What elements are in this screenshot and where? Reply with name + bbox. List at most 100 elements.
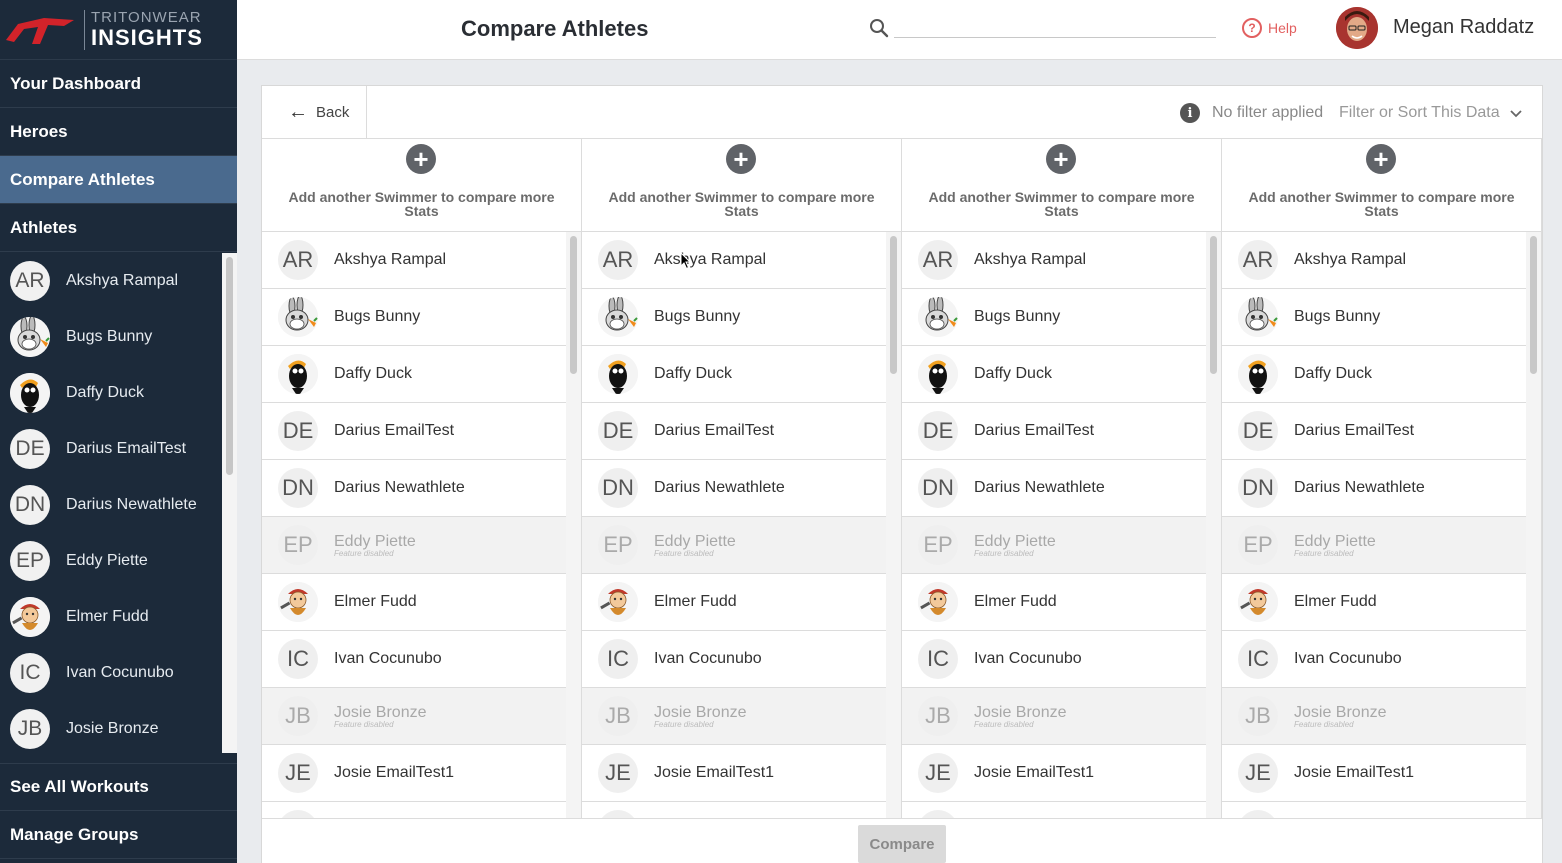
nav-athletes[interactable]: Athletes: [0, 204, 237, 252]
athlete-option[interactable]: Daffy Duck: [902, 346, 1206, 403]
athlete-option[interactable]: Bugs Bunny: [1222, 289, 1526, 346]
athlete-initials-avatar: [598, 810, 638, 818]
add-swimmer-icon[interactable]: +: [726, 144, 756, 174]
athlete-option[interactable]: Elmer Fudd: [1222, 574, 1526, 631]
athlete-option[interactable]: Daffy Duck: [582, 346, 886, 403]
athlete-option[interactable]: [582, 802, 886, 818]
add-swimmer-label[interactable]: Add another Swimmer to compare more Stat…: [1232, 190, 1531, 218]
athlete-option-text: Josie Bronze Feature disabled: [1294, 704, 1387, 729]
athlete-option[interactable]: JE Josie EmailTest1: [262, 745, 566, 802]
nav-heroes[interactable]: Heroes: [0, 108, 237, 156]
athlete-option[interactable]: Bugs Bunny: [262, 289, 566, 346]
athlete-option[interactable]: JE Josie EmailTest1: [902, 745, 1206, 802]
athlete-option[interactable]: Elmer Fudd: [902, 574, 1206, 631]
add-swimmer-label[interactable]: Add another Swimmer to compare more Stat…: [272, 190, 571, 218]
help-link[interactable]: ? Help: [1242, 18, 1297, 38]
column-scrollbar[interactable]: [566, 232, 581, 818]
daffy-duck-avatar-icon: [918, 354, 958, 394]
compare-button[interactable]: Compare: [858, 825, 946, 863]
sidebar-athlete-item[interactable]: Daffy Duck: [0, 365, 222, 421]
add-swimmer-icon[interactable]: +: [1046, 144, 1076, 174]
athlete-option[interactable]: DE Darius EmailTest: [262, 403, 566, 460]
add-swimmer-label[interactable]: Add another Swimmer to compare more Stat…: [592, 190, 891, 218]
search-icon[interactable]: [869, 18, 889, 38]
athlete-option[interactable]: Daffy Duck: [262, 346, 566, 403]
sidebar-athlete-item[interactable]: DN Darius Newathlete: [0, 477, 222, 533]
athlete-option[interactable]: AR Akshya Rampal: [262, 232, 566, 289]
athlete-option[interactable]: [262, 802, 566, 818]
athlete-option[interactable]: Bugs Bunny: [902, 289, 1206, 346]
info-icon[interactable]: i: [1180, 103, 1200, 123]
sidebar-athlete-item[interactable]: EP Eddy Piette: [0, 533, 222, 589]
nav-your-dashboard[interactable]: Your Dashboard: [0, 60, 237, 108]
athlete-option-name: Bugs Bunny: [334, 308, 421, 325]
athlete-option[interactable]: IC Ivan Cocunubo: [902, 631, 1206, 688]
athlete-option[interactable]: DN Darius Newathlete: [582, 460, 886, 517]
athlete-option[interactable]: AR Akshya Rampal: [582, 232, 886, 289]
sidebar-athlete-item[interactable]: DE Darius EmailTest: [0, 421, 222, 477]
athlete-option[interactable]: DE Darius EmailTest: [1222, 403, 1526, 460]
column-scrollbar-thumb[interactable]: [1530, 236, 1537, 374]
column-scrollbar[interactable]: [886, 232, 901, 818]
search-input[interactable]: [894, 37, 1216, 38]
add-swimmer-label[interactable]: Add another Swimmer to compare more Stat…: [912, 190, 1211, 218]
athlete-option[interactable]: AR Akshya Rampal: [902, 232, 1206, 289]
athlete-option[interactable]: DN Darius Newathlete: [262, 460, 566, 517]
athlete-initials-avatar: JB: [10, 709, 50, 749]
back-button[interactable]: ← Back: [262, 86, 367, 139]
column-scrollbar-thumb[interactable]: [1210, 236, 1217, 374]
elmer-fudd-avatar-icon: [10, 597, 50, 637]
sidebar-athlete-item[interactable]: Bugs Bunny: [0, 309, 222, 365]
filter-sort-dropdown[interactable]: Filter or Sort This Data: [1339, 104, 1500, 122]
sidebar-athlete-item[interactable]: AR Akshya Rampal: [0, 253, 222, 309]
athlete-option[interactable]: Elmer Fudd: [582, 574, 886, 631]
chevron-down-icon[interactable]: [1510, 108, 1522, 120]
athlete-option[interactable]: IC Ivan Cocunubo: [582, 631, 886, 688]
add-swimmer-icon[interactable]: +: [406, 144, 436, 174]
athlete-option-name: Bugs Bunny: [654, 308, 741, 325]
athlete-option[interactable]: Bugs Bunny: [582, 289, 886, 346]
athlete-option[interactable]: [902, 802, 1206, 818]
athlete-option-text: Ivan Cocunubo: [1294, 650, 1402, 668]
sidebar-athlete-item[interactable]: IC Ivan Cocunubo: [0, 645, 222, 701]
athlete-option[interactable]: [1222, 802, 1526, 818]
sidebar-scrollbar-thumb[interactable]: [226, 257, 233, 475]
user-name[interactable]: Megan Raddatz: [1393, 16, 1534, 39]
athlete-initials-avatar: DN: [598, 468, 638, 508]
column-scrollbar-thumb[interactable]: [890, 236, 897, 374]
athlete-initials-avatar: JB: [918, 696, 958, 736]
nav-manage-groups[interactable]: Manage Groups: [0, 811, 237, 859]
athlete-initials-avatar: AR: [598, 240, 638, 280]
compare-toolbar: ← Back i No filter applied Filter or Sor…: [262, 86, 1542, 139]
athlete-option[interactable]: DN Darius Newathlete: [902, 460, 1206, 517]
add-swimmer-icon[interactable]: +: [1366, 144, 1396, 174]
athlete-select-list: AR Akshya Rampal Bugs Bunny Daffy Duck DE Dar…: [1222, 232, 1526, 818]
column-scrollbar[interactable]: [1526, 232, 1541, 818]
logo[interactable]: TRITONWEAR INSIGHTS: [0, 0, 237, 60]
athlete-option[interactable]: IC Ivan Cocunubo: [262, 631, 566, 688]
athlete-option-text: Elmer Fudd: [334, 593, 417, 611]
bugs-bunny-avatar-icon: [1238, 297, 1278, 337]
column-scrollbar[interactable]: [1206, 232, 1221, 818]
athlete-option[interactable]: Elmer Fudd: [262, 574, 566, 631]
athlete-option[interactable]: JE Josie EmailTest1: [1222, 745, 1526, 802]
column-scrollbar-thumb[interactable]: [570, 236, 577, 374]
sidebar-scrollbar[interactable]: [222, 253, 237, 753]
sidebar-athlete-item[interactable]: JB Josie Bronze: [0, 701, 222, 753]
athlete-option[interactable]: DE Darius EmailTest: [902, 403, 1206, 460]
athlete-option[interactable]: IC Ivan Cocunubo: [1222, 631, 1526, 688]
user-avatar[interactable]: [1336, 7, 1378, 49]
athlete-option-text: Eddy Piette Feature disabled: [974, 533, 1056, 558]
nav-compare-athletes[interactable]: Compare Athletes: [0, 156, 237, 204]
athlete-option: EP Eddy Piette Feature disabled: [262, 517, 566, 574]
athlete-option[interactable]: DN Darius Newathlete: [1222, 460, 1526, 517]
sidebar-athlete-item[interactable]: Elmer Fudd: [0, 589, 222, 645]
athlete-option[interactable]: JE Josie EmailTest1: [582, 745, 886, 802]
athlete-option: EP Eddy Piette Feature disabled: [1222, 517, 1526, 574]
nav-see-all-workouts[interactable]: See All Workouts: [0, 763, 237, 811]
athlete-option-name: Josie EmailTest1: [654, 764, 775, 781]
athlete-option[interactable]: AR Akshya Rampal: [1222, 232, 1526, 289]
athlete-option[interactable]: DE Darius EmailTest: [582, 403, 886, 460]
athlete-option-text: Daffy Duck: [974, 365, 1052, 383]
athlete-option[interactable]: Daffy Duck: [1222, 346, 1526, 403]
